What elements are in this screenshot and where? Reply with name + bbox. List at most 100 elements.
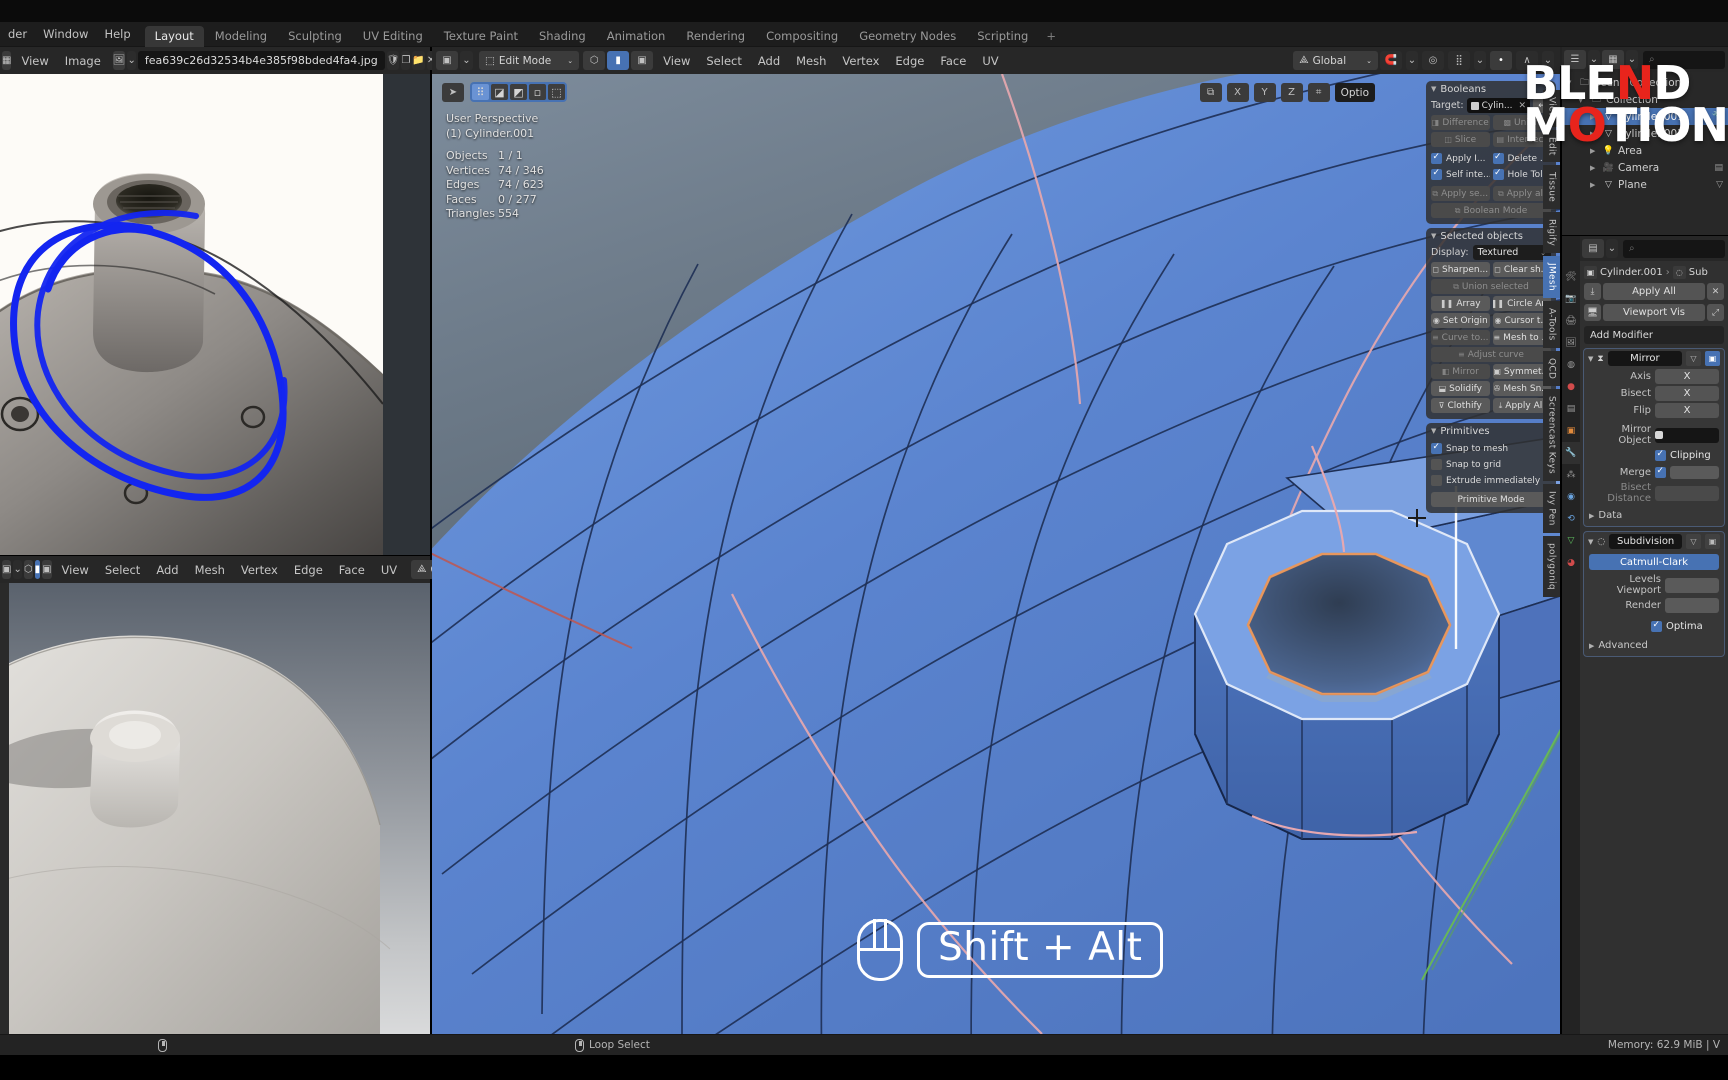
new-image-icon[interactable]: ❐ (401, 51, 411, 70)
subdivision-modifier-name[interactable]: Subdivision (1609, 534, 1682, 549)
display-dropdown[interactable]: Textured ⌄ (1472, 245, 1551, 260)
levels-viewport-value[interactable] (1665, 577, 1719, 593)
menu-vertex[interactable]: Vertex (834, 54, 887, 68)
apply-immediately-checkbox[interactable]: Apply I... (1431, 153, 1490, 164)
curve-to-button[interactable]: ≡ Curve to... (1431, 330, 1490, 345)
menu-view[interactable]: View (655, 54, 698, 68)
selected-objects-header[interactable]: ▼ Selected objects ⣿ (1426, 228, 1556, 244)
constraints-properties-tab[interactable]: ⟲ (1562, 508, 1580, 530)
n-tab-ivy-pen[interactable]: Ivy Pen (1543, 484, 1560, 533)
menu-select[interactable]: Select (698, 54, 749, 68)
chevron-down-icon[interactable]: ⌄ (1606, 239, 1618, 258)
axis-x-button[interactable]: X (1226, 83, 1249, 102)
n-tab-rigify[interactable]: Rigify (1543, 212, 1560, 254)
image-datablock-icon[interactable]: 🖼 (112, 51, 126, 70)
mirror-merge-checkbox[interactable] (1655, 465, 1719, 480)
box-select-button[interactable]: ▫ (529, 84, 546, 100)
edit-mode-display-toggle[interactable]: ▽ (1686, 351, 1701, 366)
subdivision-advanced-section[interactable]: ▶ Advanced (1584, 639, 1724, 652)
n-tab-polygoniq[interactable]: polygoniq (1543, 535, 1560, 597)
realtime-display-toggle[interactable]: ▣ (1705, 534, 1720, 549)
chevron-down-icon[interactable]: ▼ (1588, 538, 1593, 546)
menu-window[interactable]: Window (35, 22, 96, 47)
menu-view[interactable]: View (54, 563, 97, 577)
axis-y-button[interactable]: Y (1253, 83, 1276, 102)
modifier-properties-tab[interactable]: 🔧 (1562, 442, 1580, 464)
chevron-down-icon[interactable]: ⌄ (1406, 51, 1418, 70)
workspace-tab-shading[interactable]: Shading (529, 26, 596, 47)
data-properties-tab[interactable]: ▽ (1562, 530, 1580, 552)
menu-uv[interactable]: UV (373, 563, 405, 577)
optimal-display-checkbox[interactable]: Optima (1651, 619, 1719, 634)
chevron-down-icon[interactable]: ⌄ (13, 560, 22, 579)
chevron-down-icon[interactable]: ⌄ (460, 51, 473, 70)
n-tab-screencast-keys[interactable]: Screencast Keys (1543, 389, 1560, 482)
menu-mesh[interactable]: Mesh (187, 563, 233, 577)
editor-type-icon[interactable]: ▦ (2, 51, 12, 70)
subdivision-modifier-header[interactable]: ▼ ◌ Subdivision ▽ ▣ (1584, 532, 1724, 551)
extrude-immediately-checkbox[interactable]: Extrude immediately (1431, 475, 1551, 486)
menu-edge[interactable]: Edge (286, 563, 331, 577)
workspace-tab-scripting[interactable]: Scripting (967, 26, 1038, 47)
image-editor-canvas[interactable] (0, 74, 430, 555)
mirror-modifier-header[interactable]: ▼ ⧗ Mirror ▽ ▣ (1584, 349, 1724, 368)
primitive-mode-button[interactable]: Primitive Mode (1431, 492, 1551, 507)
physics-properties-tab[interactable]: ◉ (1562, 486, 1580, 508)
outliner-row-plane[interactable]: ▶ ▽ Plane ▽ (1562, 176, 1728, 193)
chevron-right-icon[interactable]: ▶ (1590, 181, 1601, 189)
workspace-tab-uv-editing[interactable]: UV Editing (353, 26, 433, 47)
lasso-select-button[interactable]: ⬚ (548, 84, 565, 100)
mirror-bisect-x-toggle[interactable]: X (1655, 386, 1719, 401)
show-gizmo-icon[interactable]: • (1490, 51, 1512, 70)
menu-face[interactable]: Face (932, 54, 974, 68)
auto-merge-icon[interactable]: ⌗ (1307, 83, 1330, 102)
main-viewport-canvas[interactable]: ➤ ⠿ ◪ ◩ ▫ ⬚ User Perspective (1) Cylinde… (432, 74, 1560, 1034)
workspace-tab-texture-paint[interactable]: Texture Paint (434, 26, 528, 47)
options-dropdown[interactable]: Optio (1334, 83, 1375, 102)
menu-mesh[interactable]: Mesh (788, 54, 834, 68)
select-tool-icon[interactable]: ➤ (442, 82, 464, 102)
snapping-icon[interactable]: 🧲 (1380, 51, 1402, 70)
set-origin-button[interactable]: ◉ Set Origin (1431, 313, 1490, 328)
apply-selected-button[interactable]: ⧉ Apply se... (1431, 186, 1490, 201)
editor-type-icon[interactable]: ▤ (1582, 239, 1604, 258)
chevron-down-icon[interactable]: ⌄ (127, 51, 136, 70)
scene-properties-tab[interactable]: ◍ (1562, 354, 1580, 376)
clothify-button[interactable]: ⊽ Clothify (1431, 398, 1490, 413)
add-modifier-button[interactable]: Add Modifier (1584, 326, 1724, 344)
realtime-display-toggle[interactable]: ▣ (1705, 351, 1720, 366)
workspace-tab-rendering[interactable]: Rendering (676, 26, 755, 47)
workspace-tab-animation[interactable]: Animation (597, 26, 676, 47)
menu-select[interactable]: Select (97, 563, 148, 577)
expand-icon[interactable]: ⤢ (1707, 304, 1724, 321)
open-image-icon[interactable]: 📁 (412, 51, 425, 70)
face-select-mode-icon[interactable]: ▣ (42, 560, 52, 579)
collection-properties-tab[interactable]: ▤ (1562, 398, 1580, 420)
render-levels-value[interactable] (1665, 598, 1719, 613)
n-tab-jmesh[interactable]: JMesh (1543, 256, 1560, 299)
solidify-button[interactable]: ⬓ Solidify (1431, 381, 1490, 396)
mirror-axis-x-toggle[interactable]: X (1655, 369, 1719, 384)
particles-properties-tab[interactable]: ⁂ (1562, 464, 1580, 486)
image-editor-menu-image[interactable]: Image (57, 54, 109, 68)
primitives-header[interactable]: ▼ Primitives ⣿ (1426, 423, 1556, 439)
breadcrumb-object[interactable]: Cylinder.001 (1600, 267, 1663, 278)
sharpen-button[interactable]: ◻ Sharpen... (1431, 262, 1490, 277)
proportional-falloff-icon[interactable]: ⣿ (1448, 51, 1470, 70)
edit-mode-display-toggle[interactable]: ▽ (1686, 534, 1701, 549)
view-layer-properties-tab[interactable]: 🖼 (1562, 332, 1580, 354)
material-properties-tab[interactable]: ◕ (1562, 552, 1580, 574)
fake-user-icon[interactable]: 🛡 (386, 51, 400, 70)
menu-add[interactable]: Add (750, 54, 788, 68)
face-select-button[interactable]: ◩ (510, 84, 527, 100)
mirror-data-section[interactable]: ▶ Data (1584, 509, 1724, 522)
workspace-tab-modeling[interactable]: Modeling (205, 26, 277, 47)
menu-edge[interactable]: Edge (887, 54, 932, 68)
edge-select-button[interactable]: ◪ (491, 84, 508, 100)
transform-orientation-dropdown[interactable]: ⟁ Global ⌄ (1293, 51, 1378, 70)
properties-search-input[interactable]: ⌕ (1623, 239, 1725, 258)
workspace-tab-sculpting[interactable]: Sculpting (278, 26, 352, 47)
menu-face[interactable]: Face (331, 563, 373, 577)
mirror-modifier-name[interactable]: Mirror (1607, 351, 1682, 366)
interaction-mode-dropdown[interactable]: ⬚ Edit Mode ⌄ (479, 51, 580, 70)
